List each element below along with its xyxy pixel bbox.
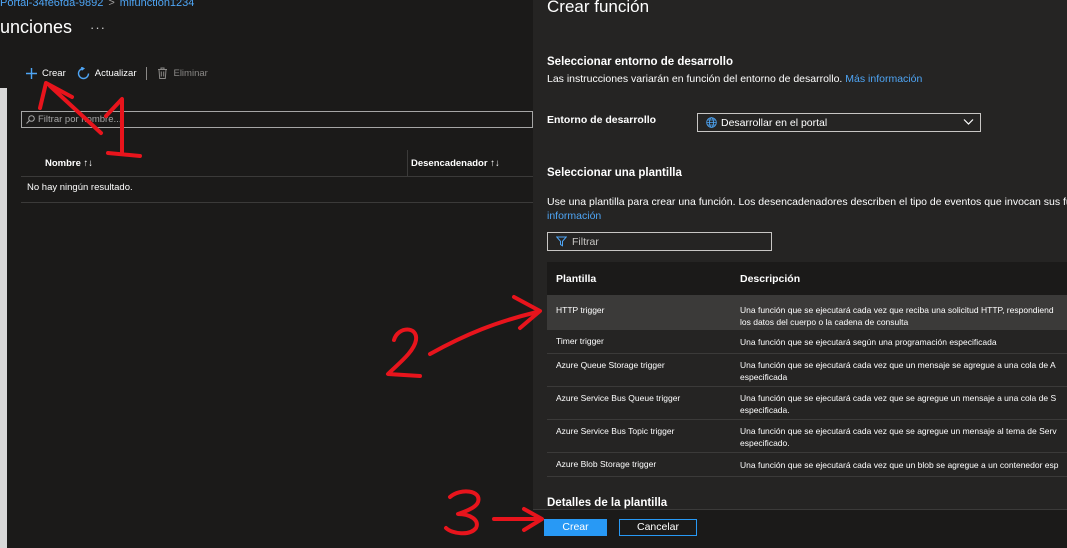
panel-title: Crear función bbox=[547, 0, 650, 16]
template-section-description: Use una plantilla para crear una función… bbox=[547, 195, 1067, 223]
panel-footer: Crear Cancelar bbox=[533, 509, 1067, 548]
env-description-text: Las instrucciones variarán en función de… bbox=[547, 73, 843, 85]
template-description: Una función que se ejecutará cada vez qu… bbox=[740, 460, 1059, 470]
description-line: especificado. bbox=[740, 438, 790, 448]
template-description: Una función que se ejecutará cada vez qu… bbox=[740, 304, 1067, 328]
description-line: especificada. bbox=[740, 405, 790, 415]
dropdown-value: Desarrollar en el portal bbox=[721, 116, 828, 129]
template-row-http-trigger[interactable]: HTTP trigger Una función que se ejecutar… bbox=[547, 296, 1067, 330]
create-function-panel: Crear función Seleccionar entorno de des… bbox=[533, 0, 1067, 548]
template-description: Una función que se ejecutará cada vez qu… bbox=[740, 392, 1067, 416]
filter-icon bbox=[556, 236, 567, 247]
env-field-label: Entorno de desarrollo bbox=[547, 114, 657, 126]
template-name: Azure Blob Storage trigger bbox=[556, 459, 657, 469]
template-row-queue-storage-trigger[interactable]: Azure Queue Storage trigger Una función … bbox=[547, 354, 1067, 387]
breadcrumb: Portal-34fe6fda-9892 > mifunction1234 bbox=[0, 0, 194, 9]
column-header-template: Plantilla bbox=[556, 273, 597, 285]
template-filter-input[interactable]: Filtrar bbox=[547, 232, 772, 251]
breadcrumb-chevron-icon: > bbox=[108, 0, 115, 9]
env-section-title: Seleccionar entorno de desarrollo bbox=[547, 56, 733, 68]
template-name: Azure Service Bus Topic trigger bbox=[556, 426, 675, 436]
delete-button[interactable]: Eliminar bbox=[157, 67, 208, 79]
template-description: Una función que se ejecutará cada vez qu… bbox=[740, 425, 1067, 449]
functions-table: Nombre ↑↓ Desencadenador ↑↓ No hay ningú… bbox=[21, 150, 533, 203]
refresh-button-label: Actualizar bbox=[94, 67, 137, 79]
refresh-icon bbox=[77, 66, 90, 80]
template-row-timer-trigger[interactable]: Timer trigger Una función que se ejecuta… bbox=[547, 330, 1067, 354]
filter-placeholder: Filtrar por nombre... bbox=[38, 114, 122, 125]
template-row-blob-storage-trigger[interactable]: Azure Blob Storage trigger Una función q… bbox=[547, 453, 1067, 477]
description-line: Una función que se ejecutará cada vez qu… bbox=[740, 305, 1054, 315]
template-description-text: Use una plantilla para crear una función… bbox=[547, 196, 1067, 208]
template-name: Timer trigger bbox=[556, 336, 604, 346]
dev-environment-dropdown[interactable]: Desarrollar en el portal bbox=[697, 113, 981, 132]
template-description: Una función que se ejecutará según una p… bbox=[740, 337, 997, 347]
plus-icon bbox=[26, 67, 37, 79]
template-row-service-bus-topic-trigger[interactable]: Azure Service Bus Topic trigger Una func… bbox=[547, 420, 1067, 453]
page-title: unciones bbox=[0, 17, 73, 37]
template-filter-placeholder: Filtrar bbox=[572, 235, 599, 248]
delete-button-label: Eliminar bbox=[173, 67, 208, 79]
template-row-service-bus-queue-trigger[interactable]: Azure Service Bus Queue trigger Una func… bbox=[547, 387, 1067, 420]
description-line: Una función que se ejecutará cada vez qu… bbox=[740, 360, 1056, 370]
template-table: Plantilla Descripción HTTP trigger Una f… bbox=[547, 262, 1067, 477]
search-icon bbox=[26, 115, 35, 124]
column-header-name[interactable]: Nombre ↑↓ bbox=[45, 158, 93, 169]
create-button[interactable]: Crear bbox=[26, 67, 66, 79]
breadcrumb-item-function[interactable]: mifunction1234 bbox=[120, 0, 195, 9]
template-details-title: Detalles de la plantilla bbox=[547, 497, 668, 509]
create-function-button[interactable]: Crear bbox=[544, 519, 607, 536]
column-header-trigger[interactable]: Desencadenador ↑↓ bbox=[411, 158, 500, 169]
template-section-title: Seleccionar una plantilla bbox=[547, 167, 682, 179]
description-line: especificada bbox=[740, 372, 788, 382]
template-name: Azure Queue Storage trigger bbox=[556, 360, 665, 370]
env-section-description: Las instrucciones variarán en función de… bbox=[547, 73, 922, 85]
column-header-description: Descripción bbox=[740, 273, 801, 285]
description-line: los datos del cuerpo o la cadena de cons… bbox=[740, 317, 909, 327]
more-info-link[interactable]: Más información bbox=[845, 73, 922, 85]
column-divider bbox=[407, 150, 408, 177]
description-line: Una función que se ejecutará cada vez qu… bbox=[740, 426, 1057, 436]
filter-by-name-input[interactable]: Filtrar por nombre... bbox=[21, 111, 533, 128]
template-description: Una función que se ejecutará cada vez qu… bbox=[740, 359, 1067, 383]
command-bar: Crear Actualizar Eliminar bbox=[26, 64, 208, 82]
empty-state-text: No hay ningún resultado. bbox=[21, 177, 533, 203]
more-options-button[interactable]: ··· bbox=[90, 20, 106, 35]
create-button-label: Crear bbox=[42, 67, 66, 79]
template-table-header: Plantilla Descripción bbox=[547, 262, 1067, 296]
table-header: Nombre ↑↓ Desencadenador ↑↓ bbox=[21, 150, 533, 177]
breadcrumb-item-portal[interactable]: Portal-34fe6fda-9892 bbox=[0, 0, 103, 9]
functions-page: Portal-34fe6fda-9892 > mifunction1234 unci… bbox=[0, 0, 533, 548]
globe-icon bbox=[706, 117, 717, 128]
cancel-button[interactable]: Cancelar bbox=[619, 519, 697, 536]
template-name: Azure Service Bus Queue trigger bbox=[556, 393, 681, 403]
template-more-info-link[interactable]: información bbox=[547, 209, 1067, 223]
left-edge-strip bbox=[0, 88, 7, 548]
refresh-button[interactable]: Actualizar bbox=[77, 66, 137, 80]
toolbar-divider bbox=[146, 66, 148, 80]
template-name: HTTP trigger bbox=[556, 305, 605, 315]
description-line: Una función que se ejecutará cada vez qu… bbox=[740, 393, 1057, 403]
chevron-down-icon bbox=[963, 117, 974, 126]
trash-icon bbox=[157, 67, 168, 79]
